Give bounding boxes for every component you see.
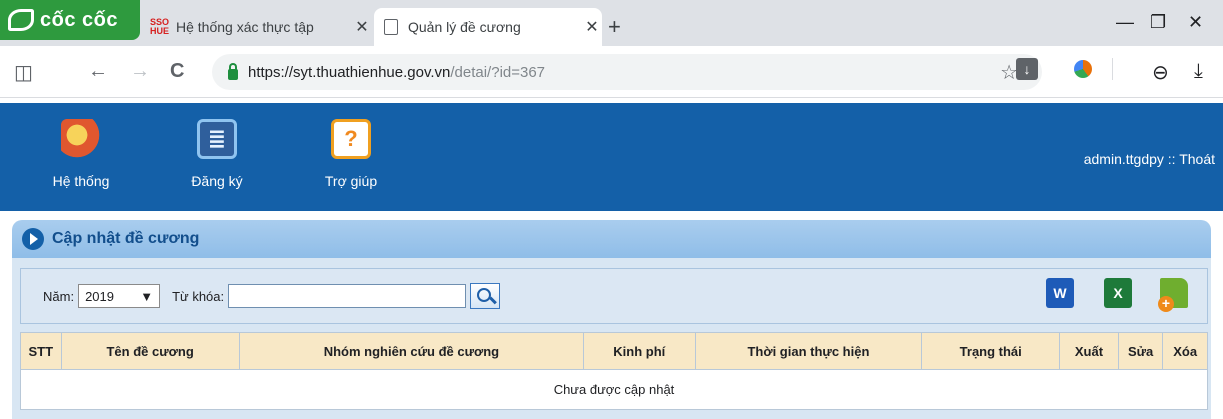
sidebar-icon[interactable]: ◫ bbox=[14, 60, 33, 85]
address-bar[interactable]: https://syt.thuathienhue.gov.vn /detai/?… bbox=[212, 54, 1042, 90]
export-excel-icon[interactable]: X bbox=[1104, 278, 1132, 308]
panel-title: Cập nhật đề cương bbox=[52, 230, 200, 247]
reload-icon[interactable]: C bbox=[170, 60, 184, 83]
sso-favicon-icon: SSO HUE bbox=[150, 17, 170, 36]
lock-icon bbox=[228, 62, 238, 80]
tab-sso[interactable]: SSO HUE Hệ thống xác thực tập ✕ bbox=[144, 8, 372, 46]
new-tab-button[interactable]: + bbox=[608, 14, 621, 40]
de-cuong-table: STT Tên đề cương Nhóm nghiên cứu đề cươn… bbox=[20, 332, 1208, 410]
menu-dang-ky[interactable]: ≣ Đăng ký bbox=[172, 113, 262, 189]
arrow-right-icon bbox=[22, 228, 44, 250]
download-extension-icon[interactable]: ↓ bbox=[1016, 58, 1038, 80]
back-icon[interactable]: ← bbox=[88, 60, 108, 83]
col-xuat: Xuất bbox=[1059, 332, 1119, 370]
col-xoa: Xóa bbox=[1162, 332, 1208, 370]
tab-de-cuong[interactable]: Quản lý đề cương ✕ bbox=[374, 8, 602, 46]
close-icon[interactable]: ✕ bbox=[352, 17, 372, 37]
close-icon[interactable]: ✕ bbox=[582, 17, 602, 37]
forward-icon[interactable]: → bbox=[130, 60, 150, 83]
keyword-input[interactable] bbox=[228, 284, 467, 308]
coccoc-leaf-icon bbox=[8, 9, 34, 31]
menu-label: Đăng ký bbox=[191, 173, 243, 189]
url-host: https://syt.thuathienhue.gov.vn bbox=[248, 63, 451, 81]
keyword-label: Từ khóa: bbox=[172, 288, 225, 304]
table-header-row: STT Tên đề cương Nhóm nghiên cứu đề cươn… bbox=[20, 332, 1208, 370]
col-ten-de-cuong: Tên đề cương bbox=[60, 332, 240, 370]
menu-he-thong[interactable]: Hệ thống bbox=[36, 113, 126, 189]
register-form-icon: ≣ bbox=[197, 119, 237, 159]
browser-tab-strip: cốc cốc SSO HUE Hệ thống xác thực tập ✕ … bbox=[0, 0, 1223, 46]
year-label: Năm: bbox=[43, 288, 75, 304]
help-icon: ? bbox=[331, 119, 371, 159]
col-stt: STT bbox=[20, 332, 62, 370]
col-nhom-nghien-cuu: Nhóm nghiên cứu đề cương bbox=[238, 332, 585, 370]
downloads-icon[interactable]: ⤓ bbox=[1194, 60, 1203, 83]
coccoc-extension-icon[interactable] bbox=[1074, 60, 1092, 78]
empty-message: Chưa được cập nhật bbox=[20, 369, 1208, 410]
col-kinh-phi: Kinh phí bbox=[583, 332, 696, 370]
add-new-folder-icon[interactable] bbox=[1158, 278, 1188, 312]
tab-title: Quản lý đề cương bbox=[408, 19, 521, 35]
coccoc-brand-text: cốc cốc bbox=[40, 8, 118, 31]
panel-header: Cập nhật đề cương bbox=[12, 220, 1211, 258]
menu-label: Trợ giúp bbox=[324, 173, 378, 189]
coccoc-logo[interactable]: cốc cốc bbox=[0, 0, 140, 40]
dropdown-arrow-icon: ▼ bbox=[140, 288, 154, 304]
browser-toolbar: ◫ ← → C https://syt.thuathienhue.gov.vn … bbox=[0, 46, 1223, 98]
col-thoi-gian: Thời gian thực hiện bbox=[694, 332, 923, 370]
user-logout-link[interactable]: admin.ttgdpy :: Thoát bbox=[1084, 151, 1215, 167]
tab-title: Hệ thống xác thực tập bbox=[176, 19, 314, 35]
col-trang-thai: Trạng thái bbox=[921, 332, 1061, 370]
minimize-button[interactable]: — bbox=[1116, 12, 1134, 33]
url-path: /detai/?id=367 bbox=[450, 63, 546, 81]
menu-label: Hệ thống bbox=[52, 173, 110, 189]
search-button[interactable] bbox=[470, 283, 501, 309]
export-word-icon[interactable]: W bbox=[1046, 278, 1074, 308]
year-select[interactable]: 2019 ▼ bbox=[78, 284, 161, 308]
toolbar-divider bbox=[1112, 58, 1113, 80]
account-icon[interactable]: ⊖ bbox=[1152, 60, 1169, 85]
col-sua: Sửa bbox=[1117, 332, 1164, 370]
window-close-button[interactable]: ✕ bbox=[1188, 12, 1203, 33]
year-value: 2019 bbox=[85, 288, 114, 304]
filter-bar: Năm: 2019 ▼ Từ khóa: bbox=[20, 268, 1208, 324]
page-icon bbox=[384, 19, 398, 35]
menu-tro-giup[interactable]: ? Trợ giúp bbox=[306, 113, 396, 189]
app-header: Hệ thống ≣ Đăng ký ? Trợ giúp admin.ttgd… bbox=[0, 103, 1223, 211]
restore-button[interactable]: ❐ bbox=[1150, 12, 1166, 33]
table-row: Chưa được cập nhật bbox=[20, 369, 1208, 410]
system-gear-icon bbox=[61, 119, 101, 159]
